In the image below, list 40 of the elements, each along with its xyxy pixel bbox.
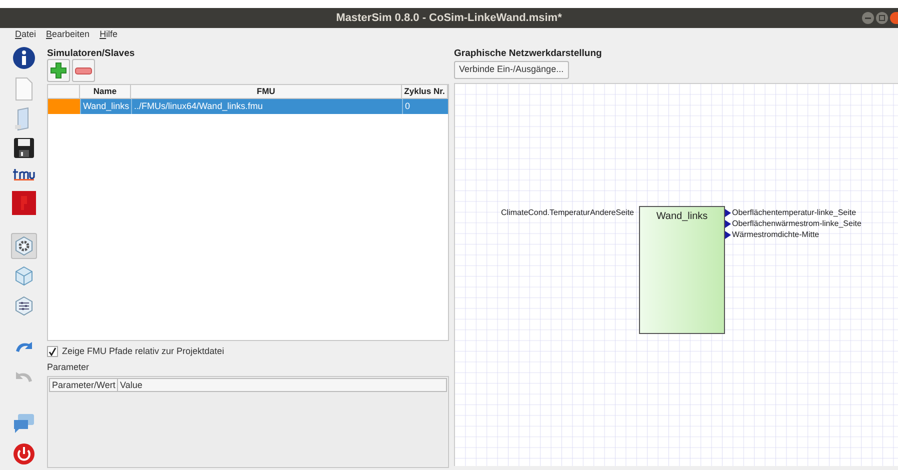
save-icon[interactable] <box>12 137 34 159</box>
output-port-label: Oberflächenwärmestrom-linke_Seite <box>732 218 862 229</box>
power-icon[interactable] <box>12 443 34 465</box>
minimize-icon[interactable] <box>862 12 874 24</box>
input-port-label: ClimateCond.TemperaturAndereSeite <box>501 207 634 218</box>
column-header[interactable]: Name <box>80 85 131 98</box>
section-title: Graphische Netzwerkdarstellung <box>454 47 603 58</box>
output-port-label: Wärmestromdichte-Mitte <box>732 229 820 240</box>
remove-button[interactable] <box>72 59 95 82</box>
minus-icon <box>75 66 92 74</box>
section-title: Simulatoren/Slaves <box>47 47 136 58</box>
menu-item[interactable]: Datei <box>15 28 36 42</box>
checkbox[interactable] <box>47 346 58 357</box>
sliders-icon <box>14 296 34 316</box>
cube-icon <box>14 266 34 286</box>
add-button[interactable] <box>47 59 70 82</box>
connect-button[interactable]: Verbinde Ein-/Ausgänge... <box>454 61 569 79</box>
table-cell: Wand_links <box>80 99 131 114</box>
gear-icon <box>14 236 34 256</box>
fmu-block[interactable]: Wand_links <box>639 206 725 334</box>
checkbox-label: Zeige FMU Pfade relativ zur Projektdatei <box>62 344 224 358</box>
info-icon[interactable] <box>12 46 36 70</box>
block-title: Wand_links <box>656 211 708 222</box>
menu-item[interactable]: Hilfe <box>100 28 118 42</box>
close-icon[interactable] <box>890 12 898 24</box>
maximize-icon[interactable] <box>876 12 888 24</box>
chat-icon[interactable] <box>12 413 34 435</box>
column-header[interactable]: Parameter/Wert <box>50 379 118 391</box>
window-title: MasterSim 0.8.0 - CoSim-LinkeWand.msim* <box>336 10 562 26</box>
menu-item[interactable]: Bearbeiten <box>46 28 90 42</box>
square-icon[interactable] <box>12 191 36 215</box>
output-port-label: Oberflächentemperatur-linke_Seite <box>732 207 856 218</box>
plus-icon <box>50 62 67 79</box>
view-button[interactable] <box>10 233 36 259</box>
table-cell: ../FMUs/linux64/Wand_links.fmu <box>131 99 402 114</box>
table-cell: 0 <box>402 99 448 114</box>
column-header[interactable]: FMU <box>131 85 402 98</box>
column-header[interactable]: Value <box>118 379 446 391</box>
column-header[interactable]: Zyklus Nr. <box>402 85 448 98</box>
section-title: Parameter <box>47 361 90 373</box>
